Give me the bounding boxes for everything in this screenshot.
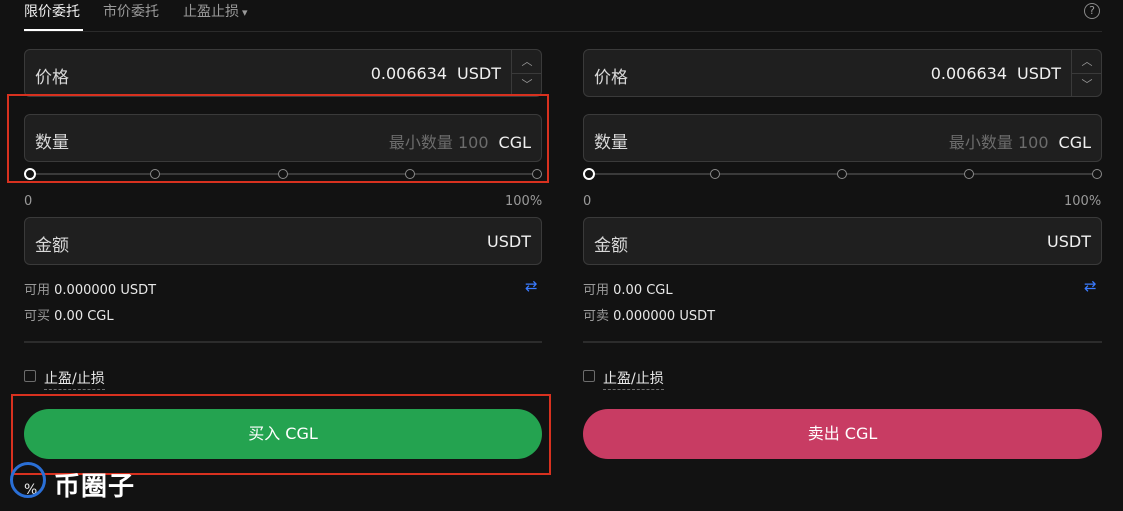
- sell-price-stepper: ︿ ﹀: [1071, 50, 1102, 96]
- sell-quantity-unit: CGL: [1058, 133, 1091, 152]
- caret-up-icon[interactable]: ︿: [512, 50, 542, 74]
- sell-quantity-placeholder: 最小数量 100: [948, 133, 1049, 152]
- caret-down-icon[interactable]: ﹀: [1072, 73, 1102, 96]
- order-type-tabs: 限价委托 市价委托 止盈止损 ▾ ?: [0, 0, 1123, 34]
- tab-market-order[interactable]: 市价委托: [103, 1, 159, 21]
- sell-amount-unit: USDT: [1047, 232, 1091, 251]
- buy-available-value: 0.000000 USDT: [54, 283, 157, 298]
- sell-slider-min: 0: [583, 194, 592, 209]
- watermark: 币圈子: [10, 460, 150, 505]
- sell-percent-slider[interactable]: [583, 168, 1102, 180]
- sell-quantity-label: 数量: [594, 133, 628, 153]
- sell-divider: [583, 341, 1102, 343]
- sell-amount-label: 金额: [594, 236, 628, 256]
- caret-down-icon[interactable]: ﹀: [512, 73, 542, 96]
- buy-amount-label: 金额: [35, 236, 69, 256]
- buy-slider-max: 100%: [505, 194, 543, 209]
- buy-max-value: 0.00 CGL: [54, 309, 114, 324]
- sell-price-field[interactable]: 价格 0.006634 USDT ︿ ﹀: [583, 49, 1102, 97]
- sell-price-value: 0.006634: [930, 64, 1008, 83]
- sell-available-label: 可用: [583, 283, 610, 298]
- buy-tpsl-checkbox[interactable]: [24, 370, 36, 382]
- sell-quantity-field[interactable]: 数量 最小数量 100 CGL: [583, 114, 1102, 162]
- sell-tpsl-label[interactable]: 止盈/止损: [603, 368, 664, 390]
- sell-tpsl-checkbox[interactable]: [583, 370, 595, 382]
- sell-max: 可卖 0.000000 USDT: [583, 305, 715, 324]
- slider-stop-100[interactable]: [1092, 169, 1102, 179]
- caret-up-icon[interactable]: ︿: [1072, 50, 1102, 74]
- sell-price-label: 价格: [594, 68, 628, 88]
- buy-slider-min: 0: [24, 194, 33, 209]
- buy-available: 可用 0.000000 USDT: [24, 279, 156, 298]
- sell-available-value: 0.00 CGL: [613, 283, 673, 298]
- watermark-logo-icon: [10, 462, 46, 498]
- sell-max-value: 0.000000 USDT: [613, 309, 716, 324]
- help-circle-icon[interactable]: ?: [1084, 3, 1100, 19]
- chevron-down-icon: ▾: [242, 6, 248, 19]
- sell-price-unit: USDT: [1017, 64, 1061, 83]
- slider-handle[interactable]: [583, 168, 595, 180]
- buy-tpsl-label[interactable]: 止盈/止损: [44, 368, 105, 390]
- slider-stop-50[interactable]: [837, 169, 847, 179]
- slider-stop-75[interactable]: [964, 169, 974, 179]
- tabs-divider: [24, 31, 1102, 32]
- sell-button[interactable]: 卖出 CGL: [583, 409, 1102, 459]
- buy-amount-unit: USDT: [487, 232, 531, 251]
- sell-available: 可用 0.00 CGL: [583, 279, 673, 298]
- sell-slider-max: 100%: [1064, 194, 1102, 209]
- buy-price-stepper: ︿ ﹀: [511, 50, 542, 96]
- sell-quantity-value-group: 最小数量 100 CGL: [949, 129, 1091, 153]
- buy-price-value: 0.006634: [370, 64, 448, 83]
- buy-available-label: 可用: [24, 283, 51, 298]
- slider-stop-25[interactable]: [710, 169, 720, 179]
- buy-price-value-group: 0.006634 USDT: [371, 64, 501, 83]
- sell-price-value-group: 0.006634 USDT: [931, 64, 1061, 83]
- watermark-text: 币圈子: [54, 472, 136, 502]
- swap-icon[interactable]: ⇄: [525, 277, 538, 295]
- sell-max-label: 可卖: [583, 309, 610, 324]
- buy-max: 可买 0.00 CGL: [24, 305, 114, 324]
- buy-price-unit: USDT: [457, 64, 501, 83]
- buy-price-label: 价格: [35, 68, 69, 88]
- tab-tpsl-order[interactable]: 止盈止损 ▾: [183, 1, 248, 21]
- buy-price-field[interactable]: 价格 0.006634 USDT ︿ ﹀: [24, 49, 542, 97]
- buy-amount-field[interactable]: 金额 USDT: [24, 217, 542, 265]
- buy-divider: [24, 341, 542, 343]
- highlight-box-quantity: [7, 94, 549, 183]
- tab-limit-order[interactable]: 限价委托: [24, 1, 80, 21]
- tab-tpsl-label: 止盈止损: [183, 4, 239, 20]
- buy-max-label: 可买: [24, 309, 51, 324]
- sell-amount-field[interactable]: 金额 USDT: [583, 217, 1102, 265]
- swap-icon[interactable]: ⇄: [1084, 277, 1097, 295]
